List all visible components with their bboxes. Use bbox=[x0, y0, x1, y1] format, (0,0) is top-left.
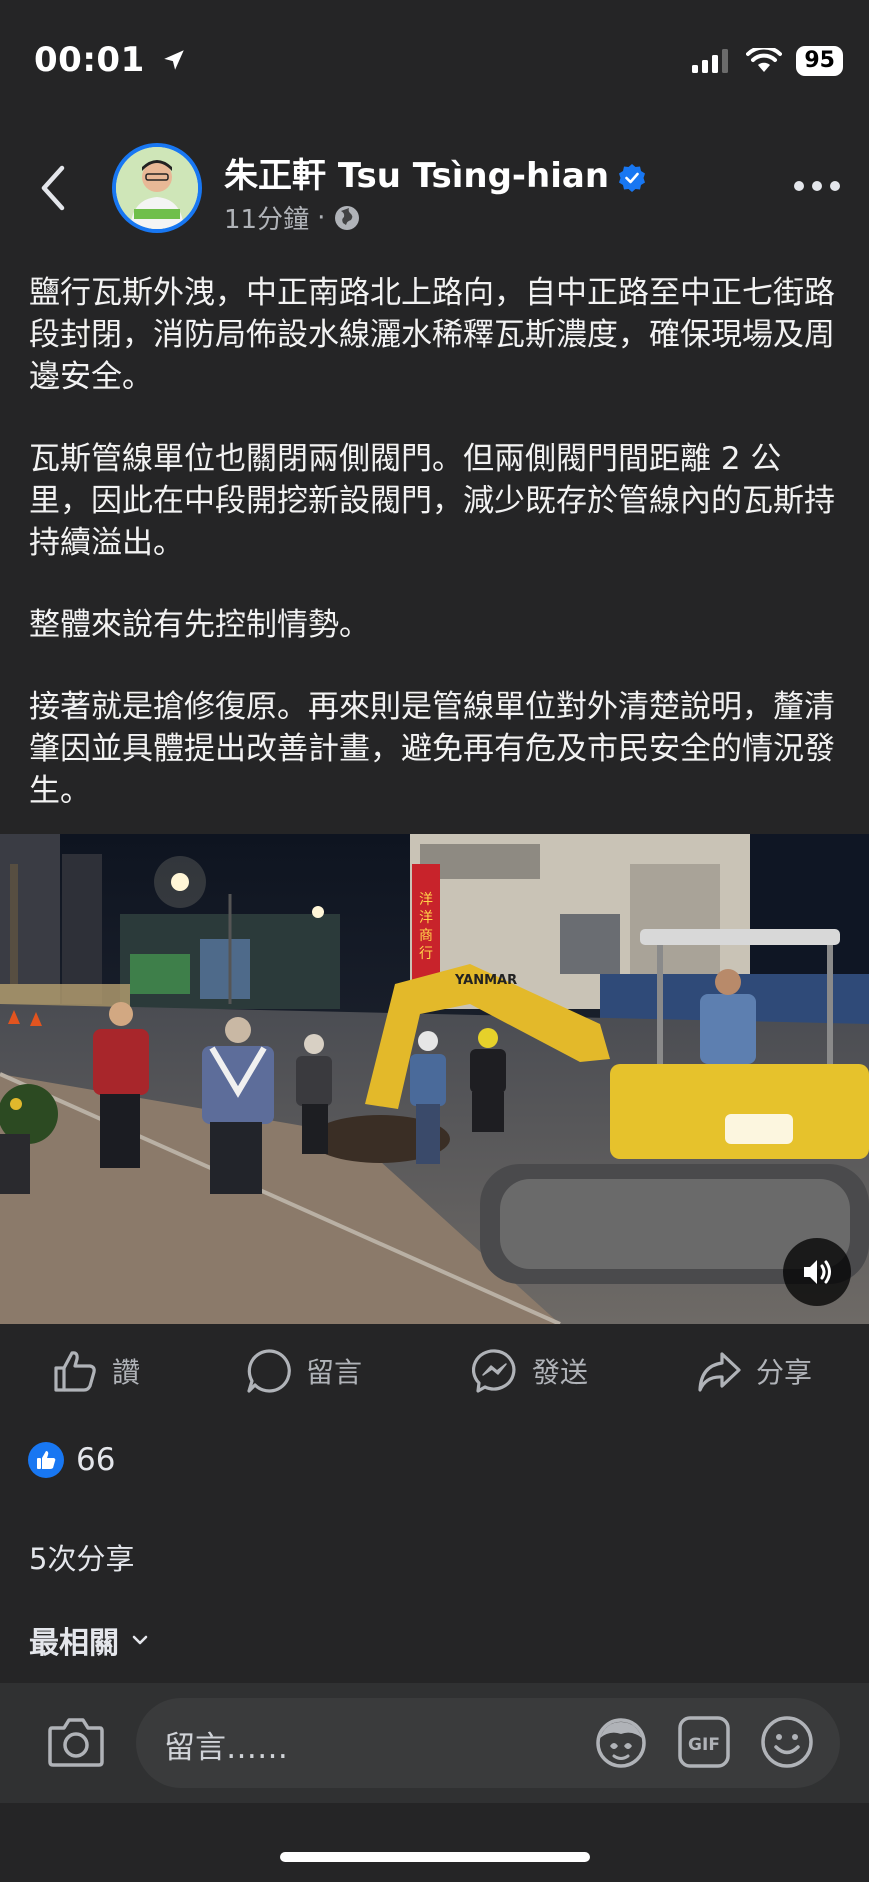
post-paragraph: 瓦斯管線單位也關閉兩側閥門。但兩側閥門間距離 2 公里，因此在中段開挖新設閥門，… bbox=[29, 441, 835, 561]
speaker-glyph bbox=[804, 1260, 831, 1284]
post-photo[interactable]: 洋 洋 商 行 YANMAR bbox=[0, 834, 869, 1324]
share-button[interactable]: 分享 bbox=[696, 1335, 812, 1407]
emoji-icon[interactable] bbox=[758, 1713, 816, 1771]
like-button[interactable]: 讚 bbox=[52, 1335, 140, 1407]
svg-text:行: 行 bbox=[419, 946, 433, 962]
battery-icon: 95 bbox=[796, 46, 843, 76]
speaker-icon[interactable] bbox=[783, 1238, 851, 1306]
avatar[interactable] bbox=[112, 143, 202, 233]
share-count[interactable]: 5次分享 bbox=[29, 1536, 134, 1578]
comment-placeholder: 留言…… bbox=[164, 1730, 288, 1766]
home-indicator[interactable] bbox=[280, 1852, 590, 1862]
share-arrow-icon bbox=[698, 1352, 741, 1392]
globe-icon bbox=[335, 205, 360, 230]
meta-separator: · bbox=[317, 202, 326, 233]
comment-bubble-icon bbox=[247, 1349, 291, 1393]
author-name[interactable]: 朱正軒 Tsu Tsìng-hian bbox=[224, 148, 647, 197]
comment-label: 留言 bbox=[306, 1356, 363, 1389]
comment-button[interactable]: 留言 bbox=[246, 1335, 362, 1407]
post-paragraph: 接著就是搶修復原。再來則是管線單位對外清楚說明，釐清肇因並具體提出改善計畫，避免… bbox=[29, 689, 835, 809]
chevron-down-icon bbox=[132, 1635, 148, 1645]
send-button[interactable]: 發送 bbox=[472, 1335, 588, 1407]
like-label: 讚 bbox=[112, 1356, 141, 1389]
verified-badge-icon bbox=[619, 163, 646, 192]
post-paragraph: 整體來說有先控制情勢。 bbox=[29, 607, 370, 643]
reaction-count: 66 bbox=[76, 1442, 116, 1478]
share-label: 分享 bbox=[756, 1356, 813, 1389]
send-label: 發送 bbox=[532, 1356, 589, 1389]
post-time[interactable]: 11分鐘 bbox=[224, 199, 309, 236]
post-paragraph: 鹽行瓦斯外洩，中正南路北上路向，自中正路至中正七街路段封閉，消防局佈設水線灑水稀… bbox=[29, 275, 835, 395]
camera-icon[interactable] bbox=[46, 1714, 106, 1770]
more-dots-icon[interactable] bbox=[793, 176, 841, 196]
post-actions: 讚 留言 發送 分享 bbox=[0, 1335, 869, 1407]
svg-text:洋: 洋 bbox=[419, 910, 433, 926]
shop-sign: 洋 bbox=[419, 892, 433, 908]
like-reaction-icon bbox=[28, 1442, 64, 1478]
status-time: 00:01 bbox=[34, 40, 187, 80]
profile-photo bbox=[116, 147, 198, 229]
comment-sort-dropdown[interactable]: 最相關 bbox=[29, 1618, 149, 1662]
thumbs-up-icon bbox=[54, 1351, 96, 1392]
chevron-left-icon[interactable] bbox=[32, 162, 76, 214]
excavator-brand: YANMAR bbox=[454, 973, 517, 988]
reaction-summary[interactable]: 66 bbox=[28, 1442, 115, 1478]
post-meta: 11分鐘 · bbox=[224, 199, 361, 236]
wifi-icon bbox=[746, 48, 783, 72]
signal-bars-icon bbox=[692, 49, 729, 73]
messenger-icon bbox=[472, 1349, 516, 1393]
svg-text:商: 商 bbox=[419, 928, 433, 944]
status-indicators: 95 bbox=[692, 46, 843, 76]
post-text: 鹽行瓦斯外洩，中正南路北上路向，自中正路至中正七街路段封閉，消防局佈設水線灑水稀… bbox=[29, 272, 839, 852]
street-scene-illustration: 洋 洋 商 行 YANMAR bbox=[0, 834, 869, 1324]
avatar-sticker-icon[interactable] bbox=[592, 1714, 650, 1772]
sort-label: 最相關 bbox=[29, 1626, 119, 1661]
svg-text:GIF: GIF bbox=[688, 1735, 720, 1755]
gif-icon[interactable]: GIF bbox=[677, 1715, 731, 1769]
location-arrow-icon bbox=[164, 50, 184, 70]
